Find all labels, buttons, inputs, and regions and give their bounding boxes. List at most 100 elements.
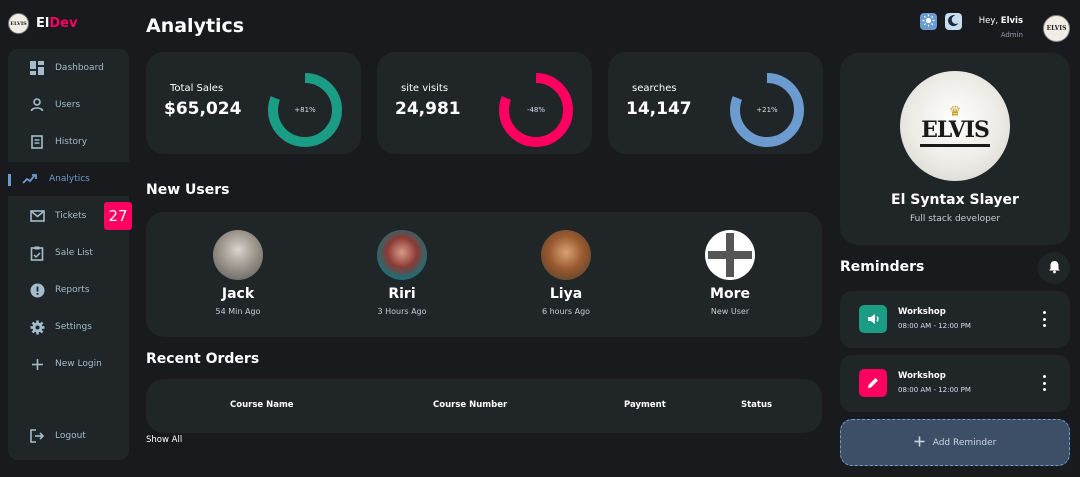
light-mode-toggle[interactable] bbox=[920, 13, 937, 30]
column-header: Course Number bbox=[433, 400, 508, 410]
plus-icon bbox=[914, 436, 925, 450]
brand-logo[interactable]: ELVIS ElDev bbox=[8, 13, 77, 34]
clipboard-icon bbox=[29, 245, 45, 261]
bell-icon bbox=[1048, 259, 1061, 278]
sidebar-item-dashboard[interactable]: Dashboard bbox=[8, 51, 129, 85]
avatar bbox=[541, 230, 591, 280]
add-reminder-button[interactable]: Add Reminder bbox=[840, 419, 1070, 466]
logout-icon bbox=[29, 428, 45, 444]
column-header: Course Name bbox=[230, 400, 294, 410]
notifications-button[interactable] bbox=[1038, 252, 1070, 284]
profile-name: El Syntax Slayer bbox=[891, 192, 1019, 208]
stat-label: site visits bbox=[401, 83, 449, 94]
stat-value: 24,981 bbox=[395, 99, 461, 119]
user-name: Jack bbox=[221, 286, 255, 302]
sidebar-item-analytics[interactable]: Analytics bbox=[8, 162, 129, 196]
logo-image: ELVIS bbox=[8, 13, 29, 34]
sidebar-item-label: Reports bbox=[55, 285, 90, 295]
sidebar-item-logout[interactable]: Logout bbox=[8, 419, 129, 453]
stat-value: 14,147 bbox=[626, 99, 692, 119]
user-name: More bbox=[710, 286, 750, 302]
greeting: Hey, Elvis bbox=[978, 16, 1023, 26]
stat-label: searches bbox=[632, 83, 677, 94]
recent-orders-table: Course Name Course Number Payment Status bbox=[146, 379, 822, 433]
sidebar: Dashboard Users History Analytics Ticket… bbox=[8, 49, 132, 460]
user-name: Riri bbox=[388, 286, 416, 302]
profile-logo-text: ELVIS bbox=[921, 117, 990, 143]
column-header: Payment bbox=[624, 400, 666, 410]
sidebar-item-label: Settings bbox=[55, 322, 92, 332]
reminder-time: 08:00 AM - 12:00 PM bbox=[898, 386, 971, 394]
sidebar-item-settings[interactable]: Settings bbox=[8, 310, 129, 344]
reminder-title: Workshop bbox=[898, 371, 946, 381]
stat-percent: +81% bbox=[294, 106, 316, 114]
sidebar-item-label: New Login bbox=[55, 359, 102, 369]
sidebar-item-label: Users bbox=[55, 100, 81, 110]
volume-icon bbox=[859, 305, 887, 333]
profile-avatar[interactable]: ELVIS bbox=[1043, 15, 1070, 42]
tickets-count-badge: 27 bbox=[104, 202, 132, 230]
avatar bbox=[213, 230, 263, 280]
brand-name: ElDev bbox=[36, 16, 78, 31]
stat-value: $65,024 bbox=[164, 99, 242, 119]
reminder-item[interactable]: Workshop 08:00 AM - 12:00 PM bbox=[840, 291, 1070, 348]
add-user-icon bbox=[705, 230, 755, 280]
column-header: Status bbox=[741, 400, 773, 410]
reminders-heading: Reminders bbox=[840, 259, 925, 275]
user-card-jack[interactable]: Jack 54 Min Ago bbox=[178, 230, 298, 316]
dark-mode-toggle[interactable] bbox=[945, 13, 962, 30]
user-time: New User bbox=[710, 307, 750, 316]
sidebar-item-label: Sale List bbox=[55, 248, 93, 258]
user-time: 3 Hours Ago bbox=[377, 307, 427, 316]
receipt-icon bbox=[29, 134, 45, 150]
profile-photo: ♛ ELVIS bbox=[900, 71, 1010, 181]
stat-percent: -48% bbox=[526, 106, 546, 114]
user-time: 54 Min Ago bbox=[215, 307, 261, 316]
stat-card-searches[interactable]: searches 14,147 +21% bbox=[608, 52, 823, 154]
add-reminder-label: Add Reminder bbox=[932, 437, 997, 448]
sidebar-item-label: History bbox=[55, 137, 88, 147]
user-card-more[interactable]: More New User bbox=[670, 230, 790, 316]
plus-icon bbox=[29, 356, 45, 372]
user-card-liya[interactable]: Liya 6 hours Ago bbox=[506, 230, 626, 316]
moon-icon bbox=[947, 12, 960, 31]
user-role: Admin bbox=[1000, 31, 1023, 39]
reminder-item[interactable]: Workshop 08:00 AM - 12:00 PM bbox=[840, 355, 1070, 412]
sidebar-item-label: Dashboard bbox=[55, 63, 104, 73]
edit-icon bbox=[859, 369, 887, 397]
dashboard-icon bbox=[29, 60, 45, 76]
show-all-link[interactable]: Show All bbox=[146, 435, 182, 445]
more-options-icon[interactable] bbox=[1040, 311, 1048, 327]
stat-percent: +21% bbox=[756, 106, 778, 114]
stat-card-total-sales[interactable]: Total Sales $65,024 +81% bbox=[146, 52, 361, 154]
reminder-time: 08:00 AM - 12:00 PM bbox=[898, 322, 971, 330]
sidebar-item-sale-list[interactable]: Sale List bbox=[8, 236, 129, 270]
more-options-icon[interactable] bbox=[1040, 375, 1048, 391]
recent-orders-heading: Recent Orders bbox=[146, 351, 260, 367]
mail-icon bbox=[29, 208, 45, 224]
avatar bbox=[377, 230, 427, 280]
sun-icon bbox=[922, 12, 935, 31]
page-title: Analytics bbox=[146, 15, 245, 37]
sidebar-item-label: Analytics bbox=[49, 174, 90, 184]
user-card-riri[interactable]: Riri 3 Hours Ago bbox=[342, 230, 462, 316]
reminder-title: Workshop bbox=[898, 307, 946, 317]
alert-icon bbox=[29, 282, 45, 298]
gear-icon bbox=[29, 319, 45, 335]
new-users-heading: New Users bbox=[146, 182, 230, 198]
profile-card: ♛ ELVIS El Syntax Slayer Full stack deve… bbox=[840, 53, 1070, 245]
trending-icon bbox=[22, 171, 38, 187]
person-icon bbox=[29, 97, 45, 113]
sidebar-item-users[interactable]: Users bbox=[8, 88, 129, 122]
logo-stripe bbox=[920, 144, 990, 147]
stat-card-site-visits[interactable]: site visits 24,981 -48% bbox=[377, 52, 592, 154]
sidebar-item-reports[interactable]: Reports bbox=[8, 273, 129, 307]
sidebar-item-tickets[interactable]: Tickets 27 bbox=[8, 199, 132, 233]
user-name: Liya bbox=[549, 286, 583, 302]
sidebar-item-label: Tickets bbox=[55, 211, 87, 221]
sidebar-item-history[interactable]: History bbox=[8, 125, 129, 159]
sidebar-item-new-login[interactable]: New Login bbox=[8, 347, 129, 381]
profile-role: Full stack developer bbox=[909, 214, 1001, 224]
user-time: 6 hours Ago bbox=[541, 307, 591, 316]
stat-label: Total Sales bbox=[170, 83, 224, 94]
